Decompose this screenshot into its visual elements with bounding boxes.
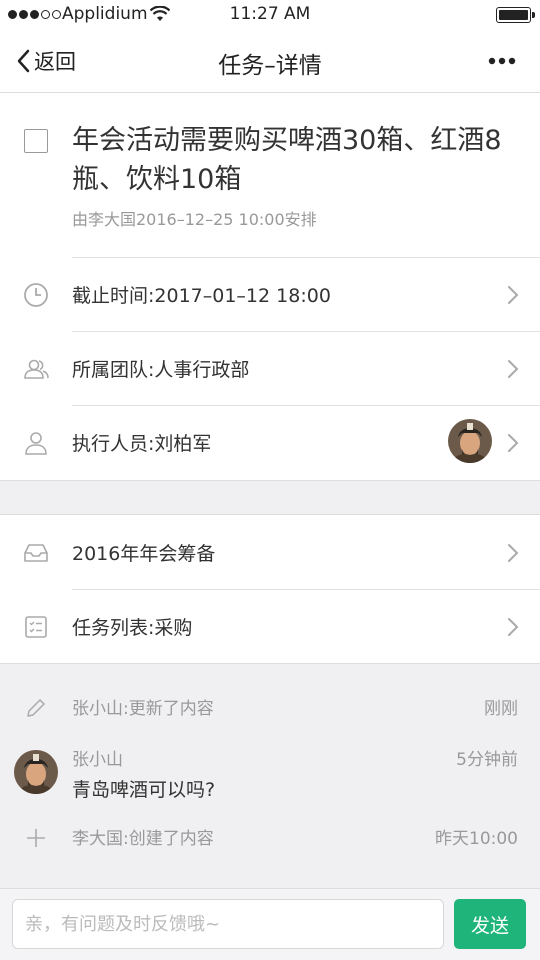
- deadline-label: 截止时间:2017–01–12 18:00: [72, 285, 331, 307]
- activity-feed: 张小山:更新了内容 刚刚 张小山 5分钟前 青岛啤酒可以吗? 李大国:创建了内容…: [0, 663, 540, 888]
- checklist-icon: [25, 616, 47, 638]
- team-label: 所属团队:人事行政部: [72, 359, 250, 381]
- comment-body: 青岛啤酒可以吗?: [72, 779, 216, 801]
- clock-icon: [24, 283, 48, 307]
- project-label: 2016年年会筹备: [72, 543, 216, 565]
- divider: [72, 405, 540, 406]
- chevron-right-icon: [508, 434, 519, 452]
- task-title: 年会活动需要购买啤酒30箱、红酒8瓶、饮料10箱: [72, 125, 502, 195]
- user-icon: [25, 432, 47, 455]
- more-options-icon[interactable]: [484, 48, 520, 74]
- pencil-icon: [27, 699, 45, 717]
- activity-time: 刚刚: [484, 699, 518, 719]
- chevron-right-icon: [508, 618, 519, 636]
- deadline-row[interactable]: 截止时间:2017–01–12 18:00: [0, 257, 540, 331]
- divider: [72, 331, 540, 332]
- team-row[interactable]: 所属团队:人事行政部: [0, 331, 540, 405]
- navigation-bar: 返回 任务–详情: [0, 30, 540, 93]
- chevron-right-icon: [508, 360, 519, 378]
- comment-time: 5分钟前: [456, 750, 518, 770]
- status-bar: Applidium 11:27 AM: [0, 0, 540, 30]
- section-gap: [0, 480, 540, 515]
- project-row[interactable]: 2016年年会筹备: [0, 515, 540, 589]
- comment-author: 张小山: [72, 750, 123, 770]
- commenter-avatar: [14, 750, 58, 794]
- assignee-avatar: [448, 419, 492, 463]
- team-icon: [24, 359, 49, 379]
- divider: [72, 589, 540, 590]
- clock: 11:27 AM: [229, 4, 311, 24]
- comment-input[interactable]: [12, 899, 444, 949]
- plus-icon: [27, 829, 45, 847]
- assignee-label: 执行人员:刘柏军: [72, 433, 212, 455]
- chevron-right-icon: [508, 286, 519, 304]
- task-header: 年会活动需要购买啤酒30箱、红酒8瓶、饮料10箱 由李大国2016–12–25 …: [0, 93, 540, 257]
- divider: [72, 257, 540, 258]
- task-list-label: 任务列表:采购: [72, 617, 193, 639]
- task-complete-checkbox[interactable]: [24, 129, 48, 153]
- send-button[interactable]: 发送: [454, 899, 526, 949]
- activity-text: 李大国:创建了内容: [72, 829, 214, 849]
- chevron-right-icon: [508, 544, 519, 562]
- inbox-icon: [24, 544, 48, 562]
- activity-text: 张小山:更新了内容: [72, 699, 214, 719]
- task-assigned-meta: 由李大国2016–12–25 10:00安排: [72, 210, 317, 229]
- battery-icon: [496, 7, 535, 23]
- task-list-row[interactable]: 任务列表:采购: [0, 589, 540, 663]
- page-title: 任务–详情: [218, 53, 322, 79]
- assignee-row[interactable]: 执行人员:刘柏军: [0, 405, 540, 479]
- comment-input-bar: 发送: [0, 888, 540, 960]
- activity-time: 昨天10:00: [435, 829, 518, 849]
